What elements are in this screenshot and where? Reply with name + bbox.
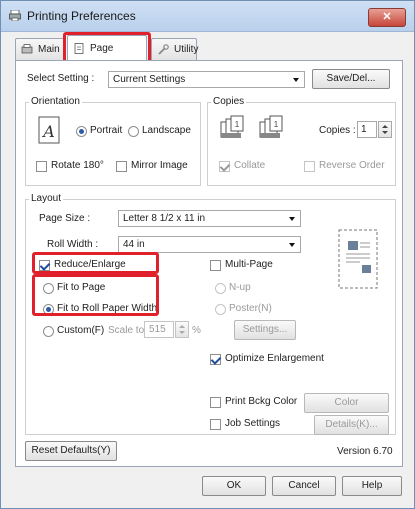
collate-checkbox[interactable] bbox=[219, 161, 230, 172]
layout-preview-icon bbox=[338, 229, 378, 289]
tab-utility[interactable]: Utility bbox=[151, 38, 199, 60]
printer-icon bbox=[9, 10, 21, 21]
reverse-order-checkbox[interactable] bbox=[304, 161, 315, 172]
select-setting-dropdown[interactable]: Current Settings bbox=[108, 71, 305, 88]
multi-page-checkbox[interactable] bbox=[210, 260, 221, 271]
portrait-radio[interactable] bbox=[76, 126, 87, 137]
title-bar: Printing Preferences ✕ bbox=[1, 1, 414, 32]
page-size-value: Letter 8 1/2 x 11 in bbox=[123, 213, 206, 224]
chevron-down-icon bbox=[293, 78, 299, 82]
print-bckg-color-checkbox[interactable] bbox=[210, 397, 221, 408]
rotate-180-checkbox[interactable] bbox=[36, 161, 47, 172]
main-tab-icon bbox=[21, 44, 33, 54]
roll-width-value: 44 in bbox=[123, 239, 145, 250]
reverse-order-label: Reverse Order bbox=[319, 160, 385, 171]
printing-preferences-window: Printing Preferences ✕ Main Page Layout … bbox=[0, 0, 415, 509]
svg-text:1: 1 bbox=[274, 120, 279, 129]
scale-spinner[interactable] bbox=[175, 321, 189, 338]
page-size-label: Page Size : bbox=[39, 213, 91, 224]
roll-width-label: Roll Width : bbox=[47, 239, 99, 250]
copies-title: Copies bbox=[211, 96, 247, 107]
svg-text:1: 1 bbox=[235, 120, 240, 129]
settings-button[interactable]: Settings... bbox=[234, 320, 296, 340]
page-size-dropdown[interactable]: Letter 8 1/2 x 11 in bbox=[118, 210, 301, 227]
reset-defaults-button[interactable]: Reset Defaults(Y) bbox=[25, 441, 117, 461]
chevron-down-icon bbox=[289, 243, 295, 247]
select-setting-value: Current Settings bbox=[113, 74, 186, 85]
mirror-image-label: Mirror Image bbox=[131, 160, 188, 171]
window-title: Printing Preferences bbox=[27, 9, 136, 23]
multi-page-label: Multi-Page bbox=[225, 259, 273, 270]
scale-to-label: Scale to bbox=[108, 325, 145, 336]
rotate-180-label: Rotate 180° bbox=[51, 160, 104, 171]
portrait-label: Portrait bbox=[90, 125, 123, 136]
close-button[interactable]: ✕ bbox=[368, 8, 406, 27]
collate-label: Collate bbox=[234, 160, 266, 171]
select-setting-label: Select Setting : bbox=[27, 73, 95, 84]
chevron-down-icon bbox=[289, 217, 295, 221]
utility-wrench-icon bbox=[158, 44, 169, 55]
save-del-button[interactable]: Save/Del... bbox=[312, 69, 390, 89]
orientation-title: Orientation bbox=[29, 96, 82, 107]
n-up-radio[interactable] bbox=[215, 283, 226, 294]
landscape-label: Landscape bbox=[142, 125, 191, 136]
poster-label: Poster(N) bbox=[229, 303, 272, 314]
ok-button[interactable]: OK bbox=[202, 476, 266, 496]
page-layout-tab-highlight bbox=[63, 32, 151, 63]
poster-radio[interactable] bbox=[215, 304, 226, 315]
version-label: Version 6.70 bbox=[337, 446, 393, 457]
custom-label: Custom(F) bbox=[57, 325, 105, 336]
tab-main[interactable]: Main bbox=[15, 38, 65, 60]
n-up-label: N-up bbox=[229, 282, 251, 293]
optimize-enlargement-label: Optimize Enlargement bbox=[225, 353, 324, 364]
job-settings-checkbox[interactable] bbox=[210, 419, 221, 430]
details-button[interactable]: Details(K)... bbox=[314, 415, 389, 435]
job-settings-label: Job Settings bbox=[225, 418, 281, 429]
reduce-enlarge-highlight bbox=[32, 252, 159, 274]
custom-radio[interactable] bbox=[43, 326, 54, 337]
scale-input[interactable]: 515 bbox=[144, 321, 174, 338]
color-settings-button[interactable]: Color Settings(H)... bbox=[304, 393, 389, 426]
mirror-image-checkbox[interactable] bbox=[116, 161, 127, 172]
copies-spinner[interactable] bbox=[378, 121, 392, 138]
print-bckg-color-label: Print Bckg Color bbox=[225, 396, 298, 407]
optimize-enlargement-checkbox[interactable] bbox=[210, 354, 221, 365]
roll-width-dropdown[interactable]: 44 in bbox=[118, 236, 301, 253]
help-button[interactable]: Help bbox=[342, 476, 402, 496]
layout-title: Layout bbox=[29, 193, 64, 204]
orientation-portrait-icon: A bbox=[38, 116, 60, 144]
collate-pages-icon: 1 bbox=[259, 115, 283, 138]
copies-label: Copies : bbox=[319, 125, 356, 136]
percent-label: % bbox=[192, 325, 201, 336]
tab-main-label: Main bbox=[38, 44, 60, 55]
collate-sets-icon: 1 bbox=[220, 115, 244, 138]
orientation-group bbox=[25, 102, 201, 186]
tab-utility-label: Utility bbox=[174, 44, 199, 55]
landscape-radio[interactable] bbox=[128, 126, 139, 137]
svg-text:A: A bbox=[41, 122, 55, 141]
cancel-button[interactable]: Cancel bbox=[272, 476, 336, 496]
fit-options-highlight bbox=[32, 274, 159, 316]
copies-input[interactable]: 1 bbox=[357, 121, 377, 138]
